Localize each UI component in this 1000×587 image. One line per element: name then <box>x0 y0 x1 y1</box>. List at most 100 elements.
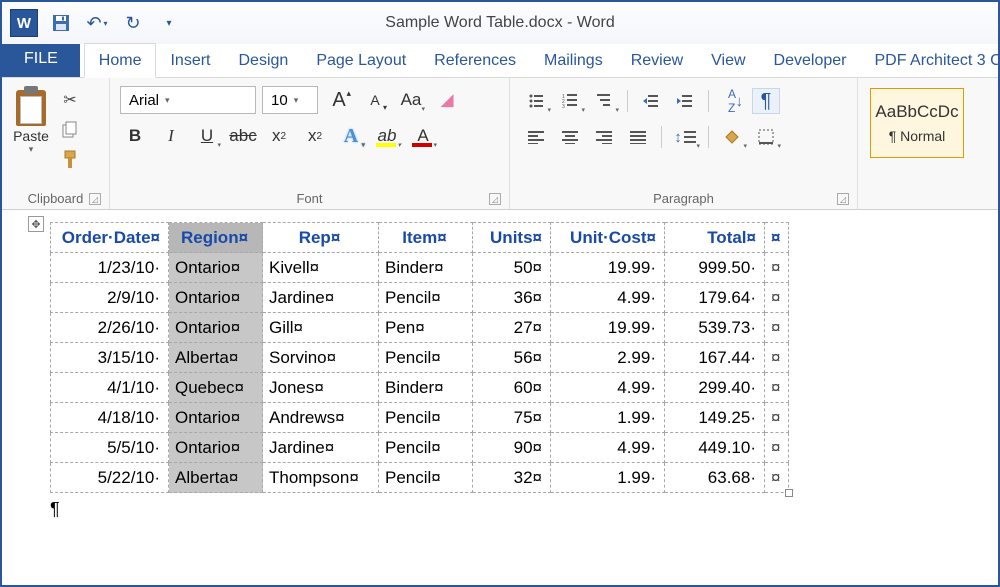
th-total[interactable]: Total¤ <box>665 223 765 253</box>
cell-cost[interactable]: 1.99· <box>551 403 665 433</box>
clear-formatting-button[interactable]: ◢ <box>432 86 462 114</box>
cell-total[interactable]: 999.50· <box>665 253 765 283</box>
tab-review[interactable]: Review <box>617 44 697 77</box>
cut-icon[interactable]: ✂ <box>58 88 82 112</box>
decrease-indent-button[interactable] <box>637 88 665 114</box>
clipboard-launcher-icon[interactable]: ◿ <box>89 193 101 205</box>
align-left-button[interactable] <box>522 124 550 150</box>
paragraph-launcher-icon[interactable]: ◿ <box>837 193 849 205</box>
cell-item[interactable]: Pencil¤ <box>379 403 473 433</box>
table-row[interactable]: 5/5/10·Ontario¤Jardine¤Pencil¤90¤4.99·44… <box>51 433 789 463</box>
increase-indent-button[interactable] <box>671 88 699 114</box>
shading-button[interactable]: ▾ <box>718 124 746 150</box>
cell-rep[interactable]: Kivell¤ <box>263 253 379 283</box>
th-unit-cost[interactable]: Unit·Cost¤ <box>551 223 665 253</box>
cell-date[interactable]: 3/15/10· <box>51 343 169 373</box>
cell-region[interactable]: Quebec¤ <box>169 373 263 403</box>
numbering-button[interactable]: 123 ▾ <box>556 88 584 114</box>
cell-total[interactable]: 63.68· <box>665 463 765 493</box>
cell-region[interactable]: Ontario¤ <box>169 433 263 463</box>
table-row[interactable]: 1/23/10·Ontario¤Kivell¤Binder¤50¤19.99·9… <box>51 253 789 283</box>
table-move-handle-icon[interactable]: ✥ <box>28 216 44 232</box>
strikethrough-button[interactable]: abc <box>228 122 258 150</box>
cell-item[interactable]: Pencil¤ <box>379 343 473 373</box>
save-icon[interactable] <box>48 10 74 36</box>
cell-region[interactable]: Ontario¤ <box>169 313 263 343</box>
tab-design[interactable]: Design <box>225 44 303 77</box>
th-region[interactable]: Region¤ <box>169 223 263 253</box>
cell-units[interactable]: 56¤ <box>473 343 551 373</box>
document-area[interactable]: ✥ Order·Date¤ Region¤ Rep¤ Item¤ Units¤ … <box>2 210 998 530</box>
font-name-combo[interactable]: Arial▾ <box>120 86 256 114</box>
cell-date[interactable]: 4/18/10· <box>51 403 169 433</box>
cell-cost[interactable]: 1.99· <box>551 463 665 493</box>
th-units[interactable]: Units¤ <box>473 223 551 253</box>
style-normal[interactable]: AaBbCcDc ¶ Normal <box>870 88 964 158</box>
document-table[interactable]: Order·Date¤ Region¤ Rep¤ Item¤ Units¤ Un… <box>50 222 789 493</box>
superscript-button[interactable]: x2 <box>300 122 330 150</box>
table-resize-handle-icon[interactable] <box>785 489 793 497</box>
redo-icon[interactable]: ↻ <box>120 10 146 36</box>
cell-rep[interactable]: Thompson¤ <box>263 463 379 493</box>
highlight-button[interactable]: ab▾ <box>372 122 402 150</box>
table-row[interactable]: 3/15/10·Alberta¤Sorvino¤Pencil¤56¤2.99·1… <box>51 343 789 373</box>
cell-units[interactable]: 27¤ <box>473 313 551 343</box>
cell-item[interactable]: Pen¤ <box>379 313 473 343</box>
cell-units[interactable]: 60¤ <box>473 373 551 403</box>
font-launcher-icon[interactable]: ◿ <box>489 193 501 205</box>
italic-button[interactable]: I <box>156 122 186 150</box>
tab-page-layout[interactable]: Page Layout <box>302 44 420 77</box>
cell-date[interactable]: 2/9/10· <box>51 283 169 313</box>
table-row[interactable]: 4/1/10·Quebec¤Jones¤Binder¤60¤4.99·299.4… <box>51 373 789 403</box>
cell-rep[interactable]: Jardine¤ <box>263 433 379 463</box>
cell-date[interactable]: 5/22/10· <box>51 463 169 493</box>
table-row[interactable]: 2/26/10·Ontario¤Gill¤Pen¤27¤19.99·539.73… <box>51 313 789 343</box>
tab-developer[interactable]: Developer <box>760 44 861 77</box>
cell-cost[interactable]: 4.99· <box>551 283 665 313</box>
cell-cost[interactable]: 4.99· <box>551 373 665 403</box>
cell-rep[interactable]: Jones¤ <box>263 373 379 403</box>
cell-total[interactable]: 449.10· <box>665 433 765 463</box>
bullets-button[interactable]: ▾ <box>522 88 550 114</box>
underline-button[interactable]: U▾ <box>192 122 222 150</box>
text-effects-button[interactable]: A▾ <box>336 122 366 150</box>
cell-cost[interactable]: 19.99· <box>551 313 665 343</box>
cell-total[interactable]: 299.40· <box>665 373 765 403</box>
cell-region[interactable]: Alberta¤ <box>169 343 263 373</box>
cell-region[interactable]: Ontario¤ <box>169 253 263 283</box>
subscript-button[interactable]: x2 <box>264 122 294 150</box>
tab-mailings[interactable]: Mailings <box>530 44 617 77</box>
tab-pdf-architect[interactable]: PDF Architect 3 Cr <box>860 44 1000 77</box>
tab-file[interactable]: FILE <box>2 41 80 77</box>
line-spacing-button[interactable]: ↕▾ <box>671 124 699 150</box>
borders-button[interactable]: ▾ <box>752 124 780 150</box>
qat-customize-icon[interactable]: ▾ <box>156 10 182 36</box>
cell-total[interactable]: 167.44· <box>665 343 765 373</box>
cell-total[interactable]: 149.25· <box>665 403 765 433</box>
cell-cost[interactable]: 4.99· <box>551 433 665 463</box>
cell-rep[interactable]: Jardine¤ <box>263 283 379 313</box>
tab-references[interactable]: References <box>420 44 530 77</box>
bold-button[interactable]: B <box>120 122 150 150</box>
table-row[interactable]: 4/18/10·Ontario¤Andrews¤Pencil¤75¤1.99·1… <box>51 403 789 433</box>
th-rep[interactable]: Rep¤ <box>263 223 379 253</box>
font-size-combo[interactable]: 10▾ <box>262 86 318 114</box>
cell-cost[interactable]: 19.99· <box>551 253 665 283</box>
cell-date[interactable]: 4/1/10· <box>51 373 169 403</box>
sort-button[interactable]: AZ↓ <box>718 88 746 114</box>
multilevel-list-button[interactable]: ▾ <box>590 88 618 114</box>
cell-item[interactable]: Pencil¤ <box>379 463 473 493</box>
grow-font-button[interactable]: A▴ <box>324 86 354 114</box>
table-row[interactable]: 2/9/10·Ontario¤Jardine¤Pencil¤36¤4.99·17… <box>51 283 789 313</box>
cell-region[interactable]: Alberta¤ <box>169 463 263 493</box>
paste-button[interactable]: Paste ▾ <box>8 86 54 155</box>
justify-button[interactable] <box>624 124 652 150</box>
cell-date[interactable]: 2/26/10· <box>51 313 169 343</box>
cell-units[interactable]: 75¤ <box>473 403 551 433</box>
table-header-row[interactable]: Order·Date¤ Region¤ Rep¤ Item¤ Units¤ Un… <box>51 223 789 253</box>
copy-icon[interactable] <box>58 118 82 142</box>
cell-total[interactable]: 179.64· <box>665 283 765 313</box>
cell-item[interactable]: Binder¤ <box>379 373 473 403</box>
cell-cost[interactable]: 2.99· <box>551 343 665 373</box>
cell-date[interactable]: 5/5/10· <box>51 433 169 463</box>
